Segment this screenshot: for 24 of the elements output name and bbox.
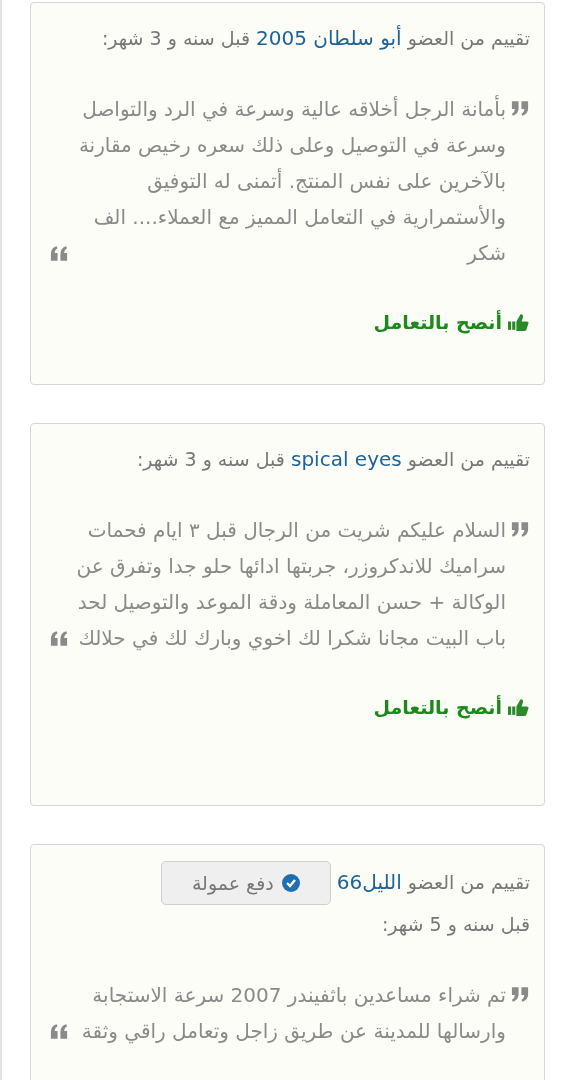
quote-icon (49, 1023, 69, 1040)
check-icon (281, 874, 300, 892)
review-time: قبل سنه و 5 شهر: (381, 913, 530, 935)
recommendation-text: أنصح بالتعامل (373, 311, 502, 333)
review-time: قبل سنه و 3 شهر: (101, 27, 250, 49)
quote-icon (49, 245, 69, 262)
member-link[interactable]: الليل66 (336, 869, 402, 894)
quote-icon (49, 630, 69, 647)
review-label: تقييم من العضو (407, 448, 530, 470)
quote-icon (510, 521, 530, 538)
recommendation-text: أنصح بالتعامل (373, 696, 502, 718)
commission-badge: دفع عمولة (160, 861, 331, 905)
review-text: السلام عليكم شريت من الرجال قبل ٣ ايام فحمات سراميك للاندكروزر، جربتها ادائها حلو جدا وتفرق عن الوكالة + حسن المعاملة ودقة الموعد والتوصيل لحد باب البيت مجانا شكرا لك اخوي وبارك لك في حلالك (75, 517, 506, 653)
review-text: بأمانة الرجل أخلاقه عالية وسرعة في الرد والتواصل وسرعة في التوصيل وعلى ذلك سعره رخيص مقارنة بالآخرين على نفس المنتج. أتمنى له التوفيق والأستمرارية في التعامل المميز مع العملاء.... الف شكر (77, 94, 506, 267)
review-time: قبل سنه و 3 شهر: (136, 448, 285, 470)
review-text: تم شراء مساعدين باثفيندر 2007 سرعة الاستجابة وارسالها للمدينة عن طريق زاجل وتعامل راقي وثقة (80, 982, 506, 1046)
member-link[interactable]: spical eyes (291, 447, 402, 471)
thumbs-up-icon (508, 698, 530, 716)
quote-icon (510, 100, 530, 117)
thumbs-up-icon (508, 313, 530, 331)
review-label: تقييم من العضو (407, 870, 530, 893)
review-label: تقييم من العضو (407, 27, 530, 49)
member-link[interactable]: أبو سلطان 2005 (256, 26, 402, 50)
quote-icon (510, 986, 530, 1003)
